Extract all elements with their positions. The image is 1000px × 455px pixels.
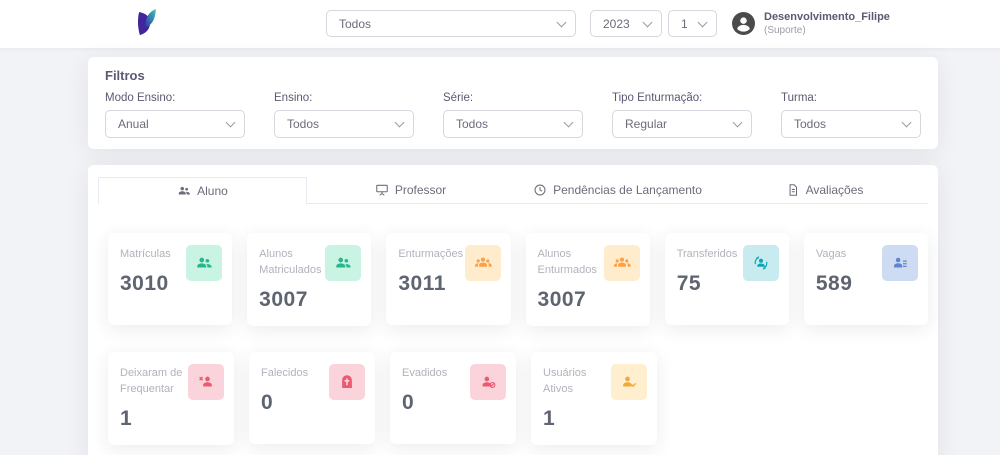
students-icon (186, 245, 222, 281)
filters-card: Filtros Modo Ensino: Anual Ensino: Todos… (88, 57, 938, 149)
stat-card: Evadidos 0 (390, 352, 516, 444)
group-icon (604, 245, 640, 281)
stat-card-label: Evadidos (402, 366, 474, 382)
transfer-person-icon (743, 245, 779, 281)
year-select[interactable]: 2023 (590, 10, 662, 37)
filter-select[interactable]: Todos (443, 110, 583, 138)
stat-card-label: Transferidos (677, 247, 749, 263)
document-icon (786, 183, 800, 197)
stat-card-label: Deixaram de Frequentar (120, 366, 192, 398)
filter-select-value: Todos (456, 117, 488, 131)
stat-cards-row-2: Deixaram de Frequentar 1 Falecidos 0 Eva… (108, 352, 928, 445)
stat-card: Vagas 589 (804, 233, 928, 325)
tab-label: Aluno (197, 184, 228, 198)
chevron-down-icon (564, 118, 574, 128)
stat-card-label: Usuários Ativos (543, 366, 615, 398)
stat-card-value: 3007 (538, 288, 638, 312)
filter-label: Ensino: (274, 92, 414, 104)
stat-card-value: 1 (543, 407, 645, 431)
filter-select-value: Todos (287, 117, 319, 131)
filter-field: Turma: Todos (781, 92, 921, 138)
chevron-down-icon (395, 118, 405, 128)
clock-icon (533, 183, 547, 197)
tombstone-icon (329, 364, 365, 400)
avatar (732, 12, 755, 35)
scope-select-value: Todos (339, 17, 371, 31)
stat-card-label: Matrículas (120, 247, 192, 263)
tab[interactable]: Professor (307, 177, 514, 204)
filter-label: Modo Ensino: (105, 92, 245, 104)
tab-label: Pendências de Lançamento (553, 183, 702, 197)
stat-card-value: 3007 (259, 288, 359, 312)
chevron-down-icon (902, 118, 912, 128)
person-remove-icon (470, 364, 506, 400)
stat-card: Enturmações 3011 (386, 233, 510, 325)
filter-select-value: Todos (794, 117, 826, 131)
filter-label: Série: (443, 92, 583, 104)
stat-card-label: Falecidos (261, 366, 333, 382)
stat-card: Matrículas 3010 (108, 233, 232, 325)
tab-bar: Aluno Professor Pendências de Lançamento… (98, 177, 928, 204)
person-icon (732, 12, 755, 35)
people-icon (177, 184, 191, 198)
filter-select-value: Anual (118, 117, 149, 131)
person-x-icon (188, 364, 224, 400)
stat-card-label: Alunos Matriculados (259, 247, 331, 279)
stat-card: Alunos Matriculados 3007 (247, 233, 371, 326)
chevron-down-icon (226, 118, 236, 128)
person-check-icon (611, 364, 647, 400)
stat-card: Falecidos 0 (249, 352, 375, 444)
tab[interactable]: Aluno (98, 177, 307, 204)
stat-card: Alunos Enturmados 3007 (526, 233, 650, 326)
period-select[interactable]: 1 (668, 10, 717, 37)
tab[interactable]: Pendências de Lançamento (514, 177, 721, 204)
app-logo-icon[interactable] (128, 5, 166, 43)
stat-card: Deixaram de Frequentar 1 (108, 352, 234, 445)
main-panel: Aluno Professor Pendências de Lançamento… (88, 165, 938, 455)
filter-select[interactable]: Todos (274, 110, 414, 138)
filter-field: Modo Ensino: Anual (105, 92, 245, 138)
filter-field: Ensino: Todos (274, 92, 414, 138)
top-bar: Todos 2023 1 Desenvolvimento_Filipe (Sup… (0, 0, 1000, 48)
filter-field: Série: Todos (443, 92, 583, 138)
filter-select[interactable]: Anual (105, 110, 245, 138)
tab[interactable]: Avaliações (721, 177, 928, 204)
user-name: Desenvolvimento_Filipe (764, 11, 890, 25)
stat-card: Usuários Ativos 1 (531, 352, 657, 445)
filter-field: Tipo Enturmação: Regular (612, 92, 752, 138)
stat-card-label: Enturmações (398, 247, 470, 263)
chevron-down-icon (733, 118, 743, 128)
students-icon (325, 245, 361, 281)
stat-card-label: Vagas (816, 247, 888, 263)
year-select-value: 2023 (603, 17, 630, 31)
stat-card-value: 1 (120, 407, 222, 431)
group-icon (465, 245, 501, 281)
chevron-down-icon (557, 17, 567, 27)
filter-select[interactable]: Todos (781, 110, 921, 138)
stat-card: Transferidos 75 (665, 233, 789, 325)
vacancy-person-icon (882, 245, 918, 281)
period-select-value: 1 (681, 17, 688, 31)
user-role: (Suporte) (764, 25, 890, 37)
stat-cards-row-1: Matrículas 3010 Alunos Matriculados 3007… (108, 233, 928, 326)
tab-label: Avaliações (806, 183, 864, 197)
teacher-icon (375, 183, 389, 197)
chevron-down-icon (698, 17, 708, 27)
scope-select[interactable]: Todos (326, 10, 576, 37)
filter-select[interactable]: Regular (612, 110, 752, 138)
stat-card-label: Alunos Enturmados (538, 247, 610, 279)
filter-label: Turma: (781, 92, 921, 104)
filters-title: Filtros (105, 68, 921, 83)
tab-label: Professor (395, 183, 446, 197)
filter-select-value: Regular (625, 117, 667, 131)
chevron-down-icon (643, 17, 653, 27)
filter-label: Tipo Enturmação: (612, 92, 752, 104)
filter-row: Modo Ensino: Anual Ensino: Todos Série: … (105, 92, 921, 138)
user-menu[interactable]: Desenvolvimento_Filipe (Suporte) (732, 11, 890, 37)
